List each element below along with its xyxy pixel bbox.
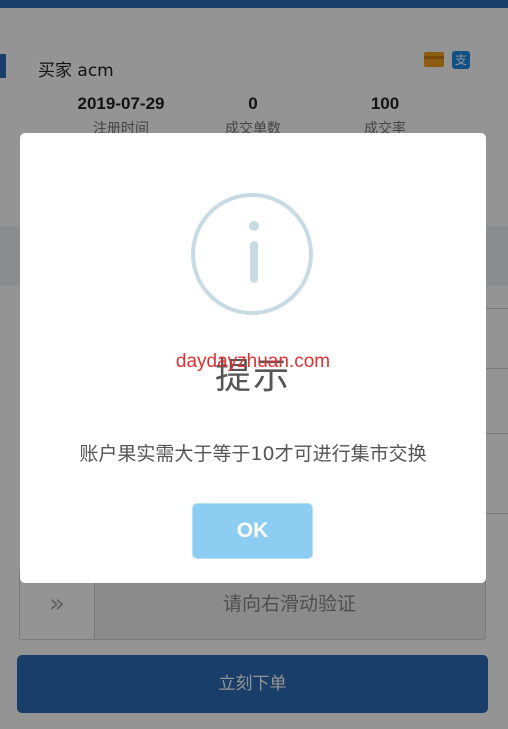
- dialog-message: 账户果实需大于等于10才可进行集市交换: [79, 443, 427, 465]
- info-icon: [191, 193, 313, 315]
- ok-button[interactable]: OK: [192, 503, 313, 559]
- info-icon-bar: [250, 241, 258, 283]
- info-icon-dot: [249, 221, 259, 231]
- watermark-text: daydayzhuan.com: [175, 351, 331, 372]
- alert-dialog: 提示 daydayzhuan.com 账户果实需大于等于10才可进行集市交换 O…: [20, 133, 486, 583]
